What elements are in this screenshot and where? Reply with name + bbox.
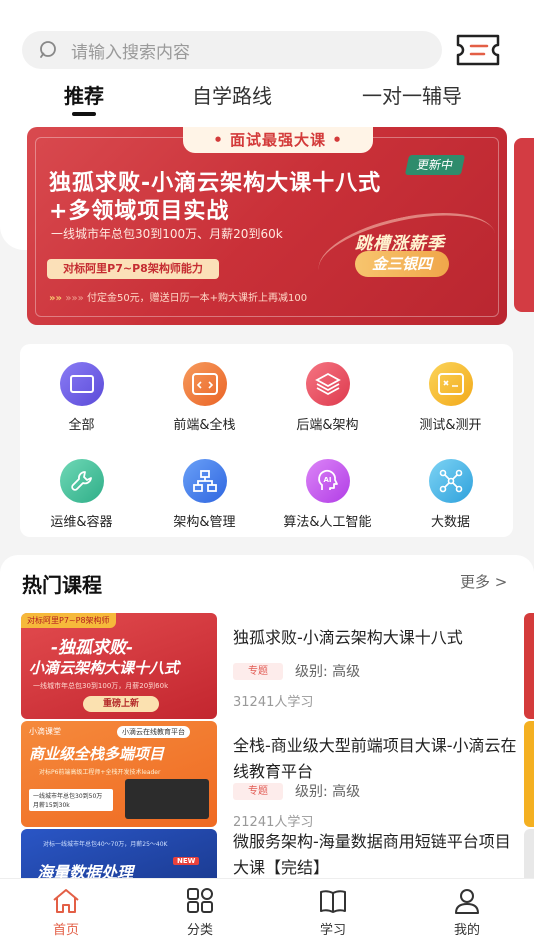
- network-icon: [428, 459, 473, 503]
- bottom-navbar: 首页 分类 学习 我的: [0, 878, 534, 950]
- test-screen-icon: [428, 362, 473, 406]
- promo-banner[interactable]: • 面试最强大课 • 独孤求败-小滴云架构大课十八式 更新中 +多领域项目实战 …: [27, 127, 507, 325]
- course-title: 全栈-商业级大型前端项目大课-小滴云在线教育平台: [233, 736, 517, 781]
- browser-icon: [59, 362, 104, 406]
- tab-learning-path[interactable]: 自学路线: [192, 80, 272, 109]
- banner-bottom-text: »» »»» 付定金50元，赠送日历一本+购大课折上再减100: [49, 293, 308, 304]
- svg-text:AI: AI: [323, 476, 331, 484]
- more-link[interactable]: 更多 >: [460, 571, 507, 592]
- active-tab-indicator: [72, 112, 96, 116]
- wrench-icon: [59, 459, 104, 503]
- category-ops[interactable]: 运维&容器: [20, 459, 143, 530]
- user-icon: [455, 889, 479, 914]
- coupon-icon[interactable]: [454, 33, 502, 67]
- course-learners: 21241人学习: [233, 815, 314, 830]
- double-chevron-icon: »»: [49, 293, 66, 304]
- tab-tutoring[interactable]: 一对一辅导: [362, 80, 462, 109]
- top-tabs: 推荐 自学路线 一对一辅导: [0, 80, 534, 120]
- course-item[interactable]: 对标一线城市年总包40～70万，月薪25～40K NEW 海量数据处理 微服务架…: [0, 829, 534, 885]
- course-item[interactable]: 对标阿里P7~P8架构师 -独孤求败- 小滴云架构大课十八式 一线城市年总包30…: [0, 613, 534, 721]
- tab-recommend[interactable]: 推荐: [64, 80, 104, 109]
- laptop-illustration: [125, 779, 209, 819]
- section-title: 热门课程: [22, 573, 102, 597]
- nav-category[interactable]: 分类: [160, 887, 240, 938]
- category-bigdata[interactable]: 大数据: [389, 459, 512, 530]
- category-testing[interactable]: 测试&测开: [389, 362, 512, 433]
- category-frontend[interactable]: 前端&全栈: [143, 362, 266, 433]
- course-learners: 31241人学习: [233, 695, 314, 710]
- category-architecture[interactable]: 架构&管理: [143, 459, 266, 530]
- update-badge: 更新中: [404, 155, 466, 175]
- book-icon: [320, 890, 346, 913]
- category-grid: 全部 前端&全栈 后端&架构 测试&测开 运维&容器 架构&管理 AI 算法&人…: [20, 344, 513, 537]
- code-window-icon: [182, 362, 227, 406]
- search-bar[interactable]: 请输入搜索内容: [22, 31, 442, 69]
- thumb-brand: 小滴课堂: [29, 727, 61, 736]
- course-level: 级别: 高级: [295, 784, 361, 800]
- course-level: 级别: 高级: [295, 664, 361, 680]
- category-all[interactable]: 全部: [20, 362, 143, 433]
- ai-head-icon: AI: [305, 459, 350, 503]
- course-item[interactable]: 小滴课堂 小滴云在线教育平台 商业级全栈多端项目 对标P6前端高级工程师+全栈开…: [0, 721, 534, 830]
- course-thumbnail: 对标阿里P7~P8架构师 -独孤求败- 小滴云架构大课十八式 一线城市年总包30…: [21, 613, 217, 719]
- course-tag: 专题: [233, 783, 283, 800]
- home-icon: [53, 889, 79, 913]
- next-banner-peek[interactable]: [514, 138, 534, 312]
- search-icon: [40, 41, 56, 58]
- nav-learning[interactable]: 学习: [293, 887, 373, 938]
- hot-courses-section: 热门课程 更多 > 对标阿里P7~P8架构师 -独孤求败- 小滴云架构大课十八式…: [0, 555, 534, 885]
- next-card-peek: [524, 613, 534, 719]
- course-thumbnail: 小滴课堂 小滴云在线教育平台 商业级全栈多端项目 对标P6前端高级工程师+全栈开…: [21, 721, 217, 827]
- next-card-peek: [524, 721, 534, 827]
- banner-pill: 对标阿里P7~P8架构师能力: [47, 259, 219, 279]
- grid-icon: [187, 888, 213, 913]
- banner-subtitle: 一线城市年总包30到100万、月薪20到60k: [51, 227, 283, 241]
- banner-title-2: +多领域项目实战: [49, 199, 230, 224]
- layers-icon: [305, 362, 350, 406]
- category-backend[interactable]: 后端&架构: [266, 362, 389, 433]
- course-title: 微服务架构-海量数据商用短链平台项目大课【完结】: [233, 832, 511, 877]
- banner-slogan-badge: 金三银四: [355, 251, 449, 277]
- nav-profile[interactable]: 我的: [427, 887, 507, 938]
- org-chart-icon: [182, 459, 227, 503]
- search-input[interactable]: 请输入搜索内容: [71, 38, 190, 63]
- next-card-peek: [524, 829, 534, 885]
- course-tag: 专题: [233, 663, 283, 680]
- nav-home[interactable]: 首页: [26, 887, 106, 938]
- category-ai[interactable]: AI 算法&人工智能: [266, 459, 389, 530]
- course-title: 独孤求败-小滴云架构大课十八式: [233, 628, 463, 647]
- banner-top-label: • 面试最强大课 •: [183, 127, 373, 153]
- course-thumbnail: 对标一线城市年总包40～70万，月薪25～40K NEW 海量数据处理: [21, 829, 217, 885]
